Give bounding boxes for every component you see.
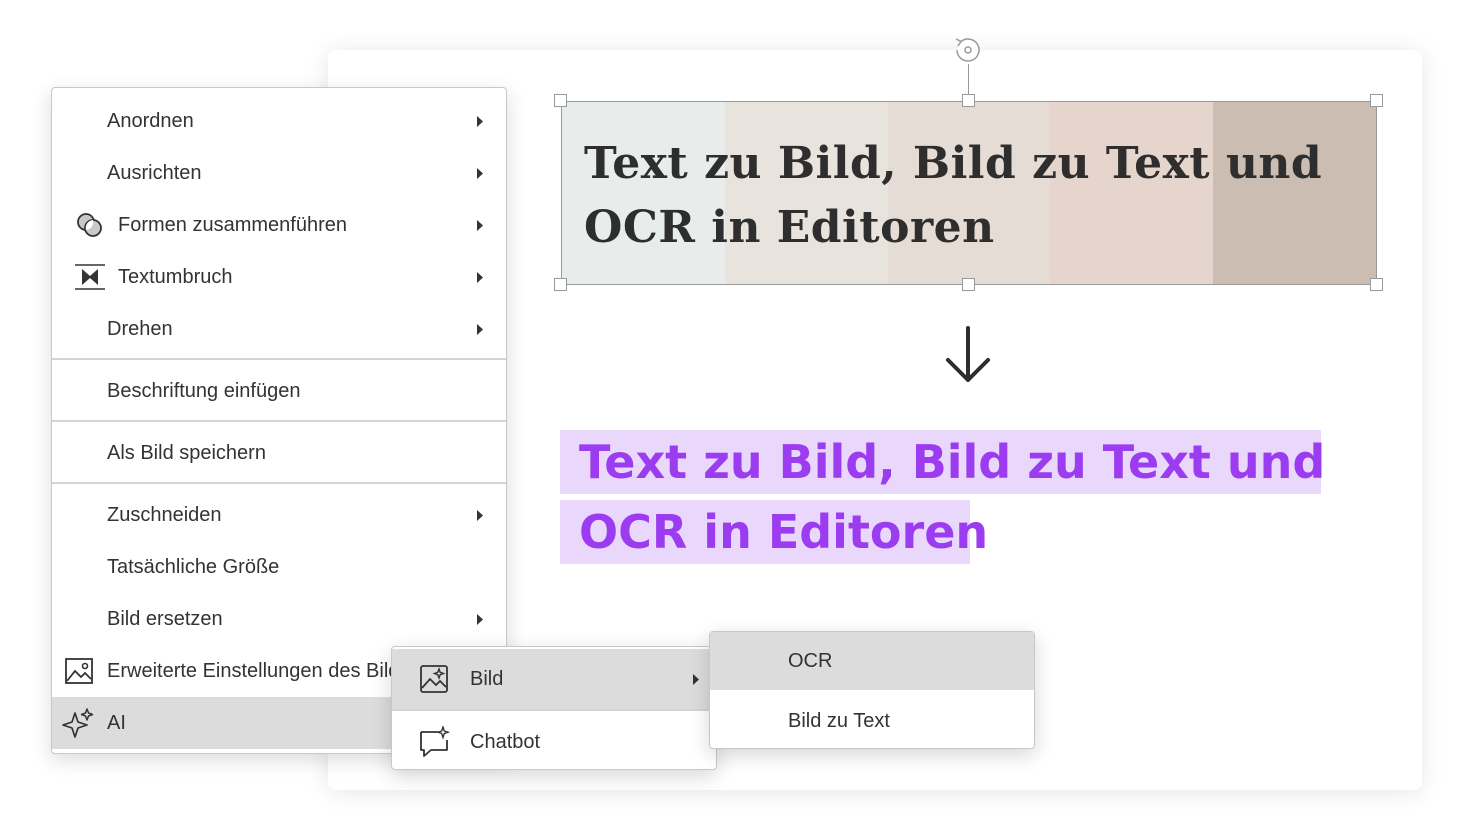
submenu-item-ocr[interactable]: OCR [710, 632, 1034, 690]
menu-separator [52, 482, 506, 484]
menu-item-label: OCR [788, 650, 833, 672]
menu-item-tatsaechliche-groesse[interactable]: Tatsächliche Größe [52, 541, 506, 593]
rotate-handle-icon[interactable] [951, 33, 985, 67]
image-icon [420, 665, 448, 693]
menu-item-drehen[interactable]: Drehen [52, 303, 506, 355]
menu-item-label: Bild zu Text [788, 710, 890, 732]
chevron-right-icon [477, 614, 483, 625]
menu-separator [52, 358, 506, 360]
menu-item-label: Bild [470, 668, 504, 690]
sparkle-icon [62, 708, 94, 738]
menu-item-label: Erweiterte Einstellungen des Bildes [107, 660, 421, 682]
menu-item-label: Tatsächliche Größe [107, 556, 280, 578]
image-text-line: OCR in Editoren [584, 202, 995, 253]
resize-handle-top-left[interactable] [554, 94, 567, 107]
resize-handle-top[interactable] [962, 94, 975, 107]
menu-item-label: Zuschneiden [107, 504, 222, 526]
resize-handle-top-right[interactable] [1370, 94, 1383, 107]
chevron-right-icon [477, 116, 483, 127]
menu-item-label: Formen zusammenführen [118, 214, 347, 236]
chat-sparkle-icon [420, 726, 450, 757]
submenu-item-bild[interactable]: Bild [392, 649, 716, 709]
menu-item-label: Als Bild speichern [107, 442, 266, 464]
resize-handle-bottom-left[interactable] [554, 278, 567, 291]
chevron-right-icon [477, 272, 483, 283]
chevron-right-icon [477, 324, 483, 335]
menu-item-beschriftung-einfuegen[interactable]: Beschriftung einfügen [52, 365, 506, 417]
menu-item-zuschneiden[interactable]: Zuschneiden [52, 489, 506, 541]
menu-item-bild-ersetzen[interactable]: Bild ersetzen [52, 593, 506, 645]
menu-item-formen-zusammenfuehren[interactable]: Formen zusammenführen [52, 199, 506, 251]
image-text-line: Text zu Bild, Bild zu Text und [584, 138, 1323, 189]
submenu-item-chatbot[interactable]: Chatbot [392, 712, 716, 772]
chevron-right-icon [477, 168, 483, 179]
menu-separator [392, 709, 716, 711]
menu-item-label: Beschriftung einfügen [107, 380, 301, 402]
menu-item-label: AI [107, 712, 126, 734]
ocr-result-line: OCR in Editoren [560, 500, 988, 564]
ai-submenu: Bild Chatbot [391, 646, 717, 770]
image-text: Text zu Bild, Bild zu Text und OCR in Ed… [584, 132, 1364, 260]
chevron-right-icon [477, 220, 483, 231]
menu-item-label: Ausrichten [107, 162, 202, 184]
menu-item-label: Drehen [107, 318, 173, 340]
menu-item-textumbruch[interactable]: Textumbruch [52, 251, 506, 303]
ocr-result-line: Text zu Bild, Bild zu Text und [560, 430, 1325, 494]
menu-item-ausrichten[interactable]: Ausrichten [52, 147, 506, 199]
bild-submenu: OCR Bild zu Text [709, 631, 1035, 749]
chevron-right-icon [693, 674, 699, 685]
menu-item-label: Chatbot [470, 731, 541, 753]
menu-item-label: Textumbruch [118, 266, 233, 288]
menu-item-als-bild-speichern[interactable]: Als Bild speichern [52, 427, 506, 479]
arrow-down-icon [946, 326, 990, 382]
resize-handle-bottom-right[interactable] [1370, 278, 1383, 291]
menu-item-label: Anordnen [107, 110, 194, 132]
submenu-item-bild-zu-text[interactable]: Bild zu Text [710, 692, 1034, 750]
text-wrap-icon [75, 264, 105, 290]
menu-item-label: Bild ersetzen [107, 608, 223, 630]
resize-handle-bottom[interactable] [962, 278, 975, 291]
chevron-right-icon [477, 510, 483, 521]
menu-separator [52, 420, 506, 422]
merge-shapes-icon [77, 213, 102, 237]
menu-item-anordnen[interactable]: Anordnen [52, 95, 506, 147]
image-icon [65, 658, 93, 684]
